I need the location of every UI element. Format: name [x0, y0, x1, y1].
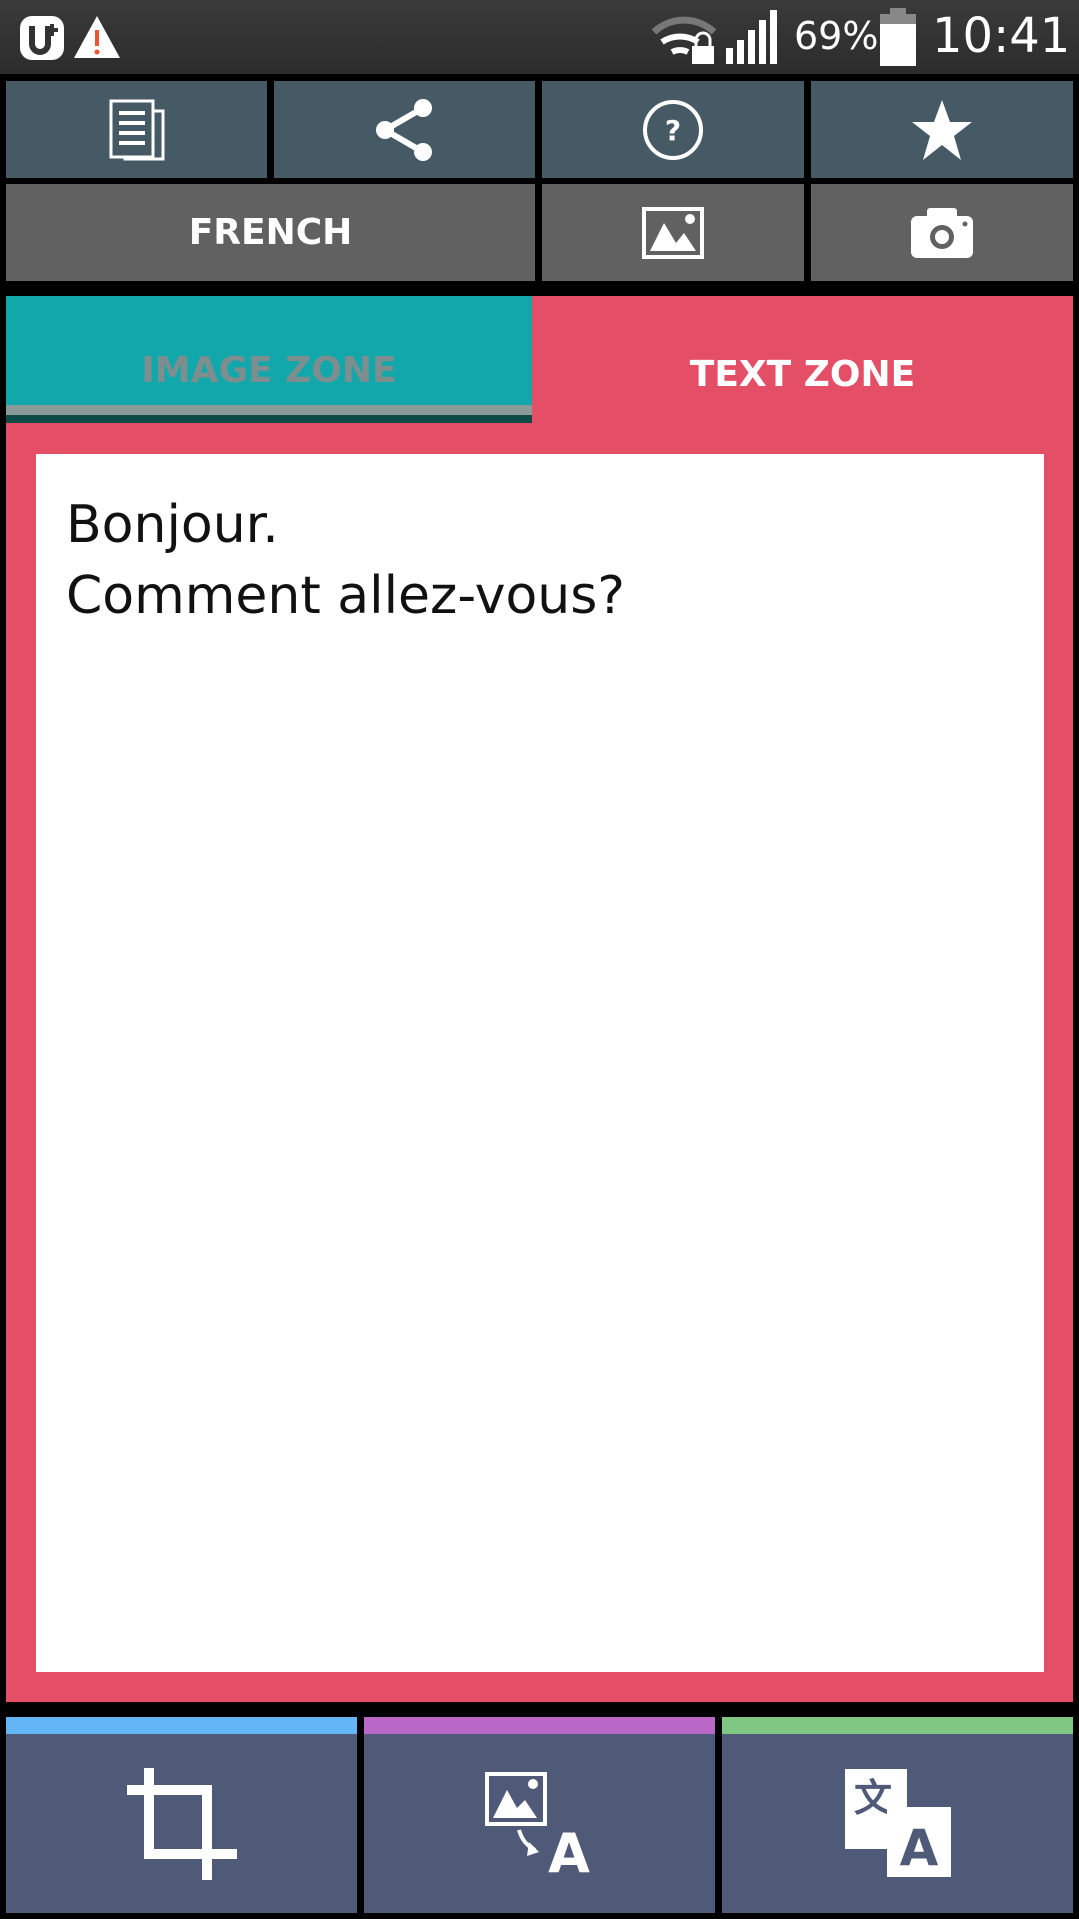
battery-icon: [880, 8, 916, 66]
language-button[interactable]: FRENCH: [6, 184, 535, 281]
copy-icon: [109, 99, 164, 160]
recognized-text-area[interactable]: Bonjour. Comment allez-vous?: [36, 454, 1044, 1672]
battery-percent: 69%: [794, 14, 879, 58]
wifi-lock-icon: [651, 16, 717, 64]
translate-icon: 文A: [844, 1768, 951, 1877]
crop-button[interactable]: [6, 1717, 357, 1913]
status-bar: 69% 10:41: [0, 0, 1079, 74]
image-to-text-icon: A: [484, 1771, 590, 1876]
copy-button[interactable]: [6, 81, 267, 178]
tab-text-zone[interactable]: TEXT ZONE: [532, 296, 1073, 423]
signal-icon: [726, 10, 777, 64]
translate-button[interactable]: 文A: [722, 1717, 1073, 1913]
camera-button[interactable]: [811, 184, 1073, 281]
crop-icon: [126, 1767, 237, 1880]
favorite-button[interactable]: [811, 81, 1073, 178]
tab-label: IMAGE ZONE: [141, 350, 397, 391]
warning-icon: [74, 16, 120, 58]
zone-panel: IMAGE ZONE TEXT ZONE Bonjour. Comment al…: [6, 296, 1073, 1702]
help-icon: ?: [643, 99, 703, 160]
help-button[interactable]: ?: [542, 81, 804, 178]
svg-text:文: 文: [853, 1776, 891, 1820]
tab-image-zone[interactable]: IMAGE ZONE: [6, 296, 532, 423]
image-to-text-button[interactable]: A: [364, 1717, 715, 1913]
gallery-button[interactable]: [542, 184, 804, 281]
carrier-logo-icon: [20, 16, 64, 60]
svg-text:A: A: [548, 1822, 590, 1876]
gallery-icon: [642, 206, 704, 259]
share-button[interactable]: [274, 81, 535, 178]
svg-text:A: A: [899, 1819, 938, 1877]
clock: 10:41: [932, 8, 1071, 64]
star-icon: [912, 99, 972, 160]
tab-label: TEXT ZONE: [689, 354, 916, 395]
svg-text:?: ?: [665, 114, 681, 147]
camera-icon: [911, 207, 973, 258]
share-icon: [375, 98, 432, 161]
language-label: FRENCH: [188, 212, 353, 253]
